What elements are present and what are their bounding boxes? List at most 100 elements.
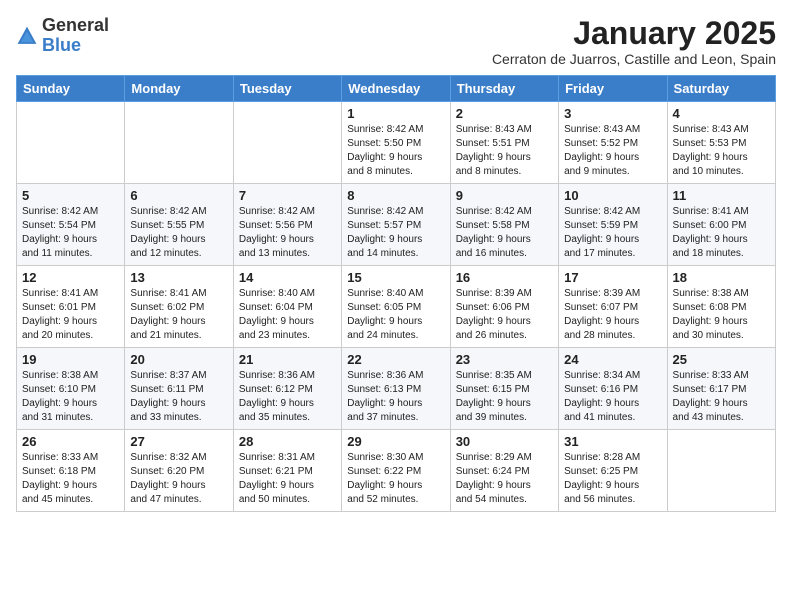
week-row-4: 19 Sunrise: 8:38 AMSunset: 6:10 PMDayligh…: [17, 348, 776, 430]
cell-content: Sunrise: 8:41 AMSunset: 6:01 PMDaylight:…: [22, 287, 119, 343]
calendar-cell: 30Sunrise: 8:29 AMSunset: 6:24 PMDayligh…: [450, 430, 558, 512]
cell-content: Sunrise: 8:33 AMSunset: 6:17 PMDaylight:…: [673, 369, 770, 425]
cell-content: Sunrise: 8:41 AMSunset: 6:00 PMDaylight:…: [673, 205, 770, 261]
cell-line: Sunset: 6:15 PM: [456, 383, 553, 397]
cell-content: Sunrise: 8:38 AMSunset: 6:10 PMDaylight:…: [22, 369, 119, 425]
cell-line: and 11 minutes.: [22, 247, 119, 261]
day-number: 24: [564, 352, 661, 367]
calendar-cell: 4 Sunrise: 8:43 AMSunset: 5:53 PMDaylight…: [667, 102, 775, 184]
cell-line: Sunrise: 8:36 AM: [239, 369, 336, 383]
cell-content: Sunrise: 8:37 AMSunset: 6:11 PMDaylight:…: [130, 369, 227, 425]
cell-line: Sunset: 5:56 PM: [239, 219, 336, 233]
cell-line: and 28 minutes.: [564, 329, 661, 343]
weekday-monday: Monday: [125, 76, 233, 102]
cell-line: Sunrise: 8:42 AM: [347, 205, 444, 219]
cell-line: and 8 minutes.: [456, 165, 553, 179]
day-number: 27: [130, 434, 227, 449]
day-number: 19: [22, 352, 119, 367]
cell-line: and 17 minutes.: [564, 247, 661, 261]
cell-line: Daylight: 9 hours: [130, 315, 227, 329]
weekday-thursday: Thursday: [450, 76, 558, 102]
cell-line: and 45 minutes.: [22, 493, 119, 507]
day-number: 28: [239, 434, 336, 449]
cell-line: and 39 minutes.: [456, 411, 553, 425]
cell-line: Sunset: 6:11 PM: [130, 383, 227, 397]
cell-content: Sunrise: 8:28 AMSunset: 6:25 PMDaylight:…: [564, 451, 661, 507]
cell-line: Daylight: 9 hours: [456, 479, 553, 493]
calendar-cell: 13Sunrise: 8:41 AMSunset: 6:02 PMDayligh…: [125, 266, 233, 348]
logo-text: General Blue: [42, 16, 109, 56]
cell-line: Sunrise: 8:42 AM: [130, 205, 227, 219]
cell-line: Sunset: 6:02 PM: [130, 301, 227, 315]
cell-line: Sunrise: 8:41 AM: [22, 287, 119, 301]
cell-line: and 12 minutes.: [130, 247, 227, 261]
cell-line: Sunrise: 8:42 AM: [22, 205, 119, 219]
day-number: 20: [130, 352, 227, 367]
cell-line: Sunrise: 8:40 AM: [347, 287, 444, 301]
day-number: 23: [456, 352, 553, 367]
cell-line: Sunset: 6:04 PM: [239, 301, 336, 315]
cell-line: Sunset: 5:57 PM: [347, 219, 444, 233]
cell-line: Sunset: 6:21 PM: [239, 465, 336, 479]
cell-line: Sunset: 6:12 PM: [239, 383, 336, 397]
day-number: 4: [673, 106, 770, 121]
cell-line: Sunset: 5:52 PM: [564, 137, 661, 151]
day-number: 14: [239, 270, 336, 285]
day-number: 11: [673, 188, 770, 203]
day-number: 16: [456, 270, 553, 285]
cell-line: Sunset: 6:00 PM: [673, 219, 770, 233]
cell-content: Sunrise: 8:33 AMSunset: 6:18 PMDaylight:…: [22, 451, 119, 507]
weekday-tuesday: Tuesday: [233, 76, 341, 102]
day-number: 13: [130, 270, 227, 285]
cell-line: Sunrise: 8:30 AM: [347, 451, 444, 465]
cell-content: Sunrise: 8:43 AMSunset: 5:52 PMDaylight:…: [564, 123, 661, 179]
day-number: 12: [22, 270, 119, 285]
cell-line: Sunrise: 8:29 AM: [456, 451, 553, 465]
cell-line: and 26 minutes.: [456, 329, 553, 343]
cell-line: Sunset: 6:24 PM: [456, 465, 553, 479]
weekday-saturday: Saturday: [667, 76, 775, 102]
logo-icon: [16, 25, 38, 47]
cell-line: Daylight: 9 hours: [673, 397, 770, 411]
week-row-5: 26Sunrise: 8:33 AMSunset: 6:18 PMDayligh…: [17, 430, 776, 512]
header: General Blue January 2025 Cerraton de Ju…: [16, 16, 776, 67]
cell-line: Daylight: 9 hours: [130, 479, 227, 493]
cell-line: Sunset: 5:59 PM: [564, 219, 661, 233]
calendar-cell: 12 Sunrise: 8:41 AMSunset: 6:01 PMDayligh…: [17, 266, 125, 348]
calendar-cell: 2Sunrise: 8:43 AMSunset: 5:51 PMDaylight…: [450, 102, 558, 184]
cell-line: Daylight: 9 hours: [564, 151, 661, 165]
day-number: 3: [564, 106, 661, 121]
cell-line: Sunrise: 8:38 AM: [673, 287, 770, 301]
cell-line: and 20 minutes.: [22, 329, 119, 343]
calendar-cell: 31Sunrise: 8:28 AMSunset: 6:25 PMDayligh…: [559, 430, 667, 512]
calendar-cell: 3 Sunrise: 8:43 AMSunset: 5:52 PMDaylight…: [559, 102, 667, 184]
logo-general: General: [42, 15, 109, 35]
cell-line: Sunrise: 8:42 AM: [239, 205, 336, 219]
cell-line: Daylight: 9 hours: [239, 315, 336, 329]
cell-line: Sunset: 6:08 PM: [673, 301, 770, 315]
cell-line: Sunrise: 8:39 AM: [456, 287, 553, 301]
cell-line: and 54 minutes.: [456, 493, 553, 507]
month-title: January 2025: [492, 16, 776, 51]
calendar-cell: 11 Sunrise: 8:41 AMSunset: 6:00 PMDayligh…: [667, 184, 775, 266]
cell-line: Sunrise: 8:38 AM: [22, 369, 119, 383]
cell-line: Daylight: 9 hours: [347, 479, 444, 493]
cell-line: Daylight: 9 hours: [564, 397, 661, 411]
cell-line: Daylight: 9 hours: [239, 397, 336, 411]
day-number: 22: [347, 352, 444, 367]
cell-line: Sunset: 6:13 PM: [347, 383, 444, 397]
cell-content: Sunrise: 8:42 AMSunset: 5:56 PMDaylight:…: [239, 205, 336, 261]
calendar-cell: 7Sunrise: 8:42 AMSunset: 5:56 PMDaylight…: [233, 184, 341, 266]
cell-line: Sunrise: 8:43 AM: [673, 123, 770, 137]
cell-content: Sunrise: 8:43 AMSunset: 5:53 PMDaylight:…: [673, 123, 770, 179]
cell-line: and 21 minutes.: [130, 329, 227, 343]
cell-line: and 43 minutes.: [673, 411, 770, 425]
cell-content: Sunrise: 8:32 AMSunset: 6:20 PMDaylight:…: [130, 451, 227, 507]
cell-line: Sunrise: 8:28 AM: [564, 451, 661, 465]
cell-line: Sunrise: 8:40 AM: [239, 287, 336, 301]
cell-line: Daylight: 9 hours: [456, 151, 553, 165]
cell-line: Daylight: 9 hours: [456, 315, 553, 329]
cell-line: Daylight: 9 hours: [347, 233, 444, 247]
weekday-sunday: Sunday: [17, 76, 125, 102]
weekday-wednesday: Wednesday: [342, 76, 450, 102]
